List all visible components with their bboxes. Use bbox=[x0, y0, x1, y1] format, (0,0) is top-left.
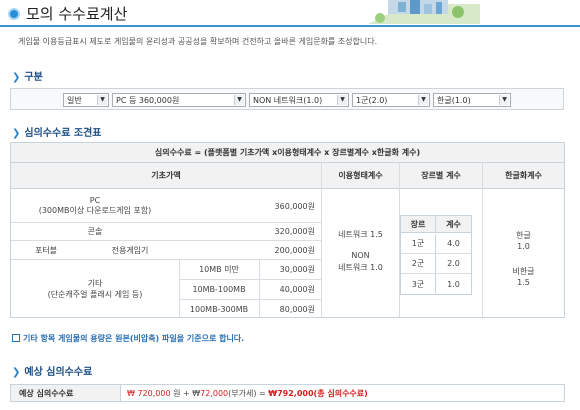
section-fee-table-title: ❯ 심의수수료 조견표 bbox=[12, 128, 102, 139]
header-korean-coef: 한글화계수 bbox=[483, 163, 564, 189]
console-value: 320,000원 bbox=[274, 227, 315, 236]
console-label: 콘솔 bbox=[87, 227, 103, 236]
genre-header: 장르 bbox=[401, 216, 436, 233]
page-header: 모의 수수료계산 bbox=[0, 0, 580, 34]
fee-table: 심의수수료 = (플랫폼별 기초가액 x이용형태계수 x 장르별계수 x한글화 … bbox=[10, 142, 565, 318]
note-icon bbox=[12, 334, 20, 342]
estimate-fee: ₩ 720,000 bbox=[127, 389, 171, 398]
dropdown-arrow-icon: ▼ bbox=[418, 95, 428, 105]
coef-cell: 2.0 bbox=[447, 259, 460, 268]
portable-sub: 전용게임기 bbox=[111, 245, 149, 255]
estimate-vat-note: (부가세) = bbox=[228, 389, 269, 398]
portable-value: 200,000원 bbox=[274, 245, 315, 255]
platform-select[interactable]: PC 등 360,000원 ▼ bbox=[112, 93, 246, 107]
estimate-total: ₩792,000(총 심의수수료) bbox=[268, 389, 368, 398]
usage-non: NON bbox=[351, 250, 370, 260]
genre-cell: 1군 bbox=[401, 234, 436, 253]
chevron-right-icon: ❯ bbox=[12, 128, 21, 139]
estimate-label: 예상 심의수수료 bbox=[11, 385, 121, 401]
coef-cell: 1.0 bbox=[447, 279, 460, 289]
etc-size: 100MB-300MB bbox=[189, 304, 249, 314]
classification-select-bar: 일반 ▼ PC 등 360,000원 ▼ NON 네트워크(1.0) ▼ 1군(2.0… bbox=[10, 88, 564, 110]
genre-select[interactable]: 1군(2.0) ▼ bbox=[352, 93, 430, 107]
dropdown-arrow-icon: ▼ bbox=[337, 95, 347, 105]
etc-value: 40,000원 bbox=[279, 285, 315, 294]
header-usage-coef: 이용형태계수 bbox=[322, 163, 399, 189]
korean-value: 1.0 bbox=[517, 241, 530, 251]
page-title: 모의 수수료계산 bbox=[26, 5, 128, 23]
portable-label: 포터블 bbox=[34, 245, 58, 255]
fee-formula: 심의수수료 = (플랫폼별 기초가액 x이용형태계수 x 장르별계수 x한글화 … bbox=[11, 143, 564, 163]
title-bullet-icon bbox=[8, 8, 20, 20]
genre-table: 장르 계수 1군 4.0 2군 2.0 3군 1.0 bbox=[400, 215, 472, 295]
etc-label-cell: 기타 (단순캐주얼 플래시 게임 등) bbox=[47, 279, 143, 299]
etc-value: 30,000원 bbox=[279, 265, 315, 274]
dropdown-arrow-icon: ▼ bbox=[499, 95, 509, 105]
chevron-right-icon: ❯ bbox=[12, 72, 21, 83]
usage-network: 네트워크 1.5 bbox=[338, 229, 383, 239]
header-genre-coef: 장르별 계수 bbox=[400, 163, 482, 189]
estimate-row: 예상 심의수수료 ₩ 720,000 원 + ₩72,000(부가세) = ₩7… bbox=[10, 384, 565, 402]
estimate-value: ₩ 720,000 원 + ₩72,000(부가세) = ₩792,000(총 … bbox=[127, 388, 368, 399]
pc-label-cell: PC (300MB이상 다운로드게임 포함) bbox=[38, 196, 152, 215]
section-estimate-title: ❯ 예상 심의수수료 bbox=[12, 367, 93, 378]
etc-value: 80,000원 bbox=[279, 304, 315, 314]
city-illustration-icon bbox=[368, 0, 480, 24]
etc-size: 10MB 미만 bbox=[199, 265, 239, 274]
size-note: 기타 항목 게임물의 용량은 원본(비압축) 파일을 기준으로 합니다. bbox=[12, 333, 244, 344]
header-base-price: 기초가액 bbox=[11, 163, 321, 189]
intro-text: 게임물 이용등급표시 제도로 게임물의 윤리성과 공공성을 확보하며 건전하고 … bbox=[18, 37, 378, 46]
coef-header: 계수 bbox=[436, 216, 471, 233]
non-korean-value: 1.5 bbox=[517, 277, 530, 287]
pc-value: 360,000원 bbox=[274, 201, 315, 211]
estimate-vat: 72,000 bbox=[200, 389, 229, 398]
section-classification-title: ❯ 구분 bbox=[12, 72, 43, 83]
etc-size: 10MB-100MB bbox=[192, 285, 246, 294]
genre-cell: 2군 bbox=[401, 254, 436, 273]
dropdown-arrow-icon: ▼ bbox=[97, 95, 107, 105]
coef-cell: 4.0 bbox=[447, 239, 460, 248]
usage-non-network: 네트워크 1.0 bbox=[338, 262, 383, 272]
usage-type-select[interactable]: NON 네트워크(1.0) ▼ bbox=[249, 93, 349, 107]
dropdown-arrow-icon: ▼ bbox=[234, 95, 244, 105]
header-rule bbox=[0, 25, 580, 27]
chevron-right-icon: ❯ bbox=[12, 367, 21, 378]
estimate-mid: 원 + ₩ bbox=[170, 389, 201, 398]
genre-cell: 3군 bbox=[401, 274, 436, 294]
localization-select[interactable]: 한글(1.0) ▼ bbox=[433, 93, 511, 107]
rating-type-select[interactable]: 일반 ▼ bbox=[63, 93, 109, 107]
